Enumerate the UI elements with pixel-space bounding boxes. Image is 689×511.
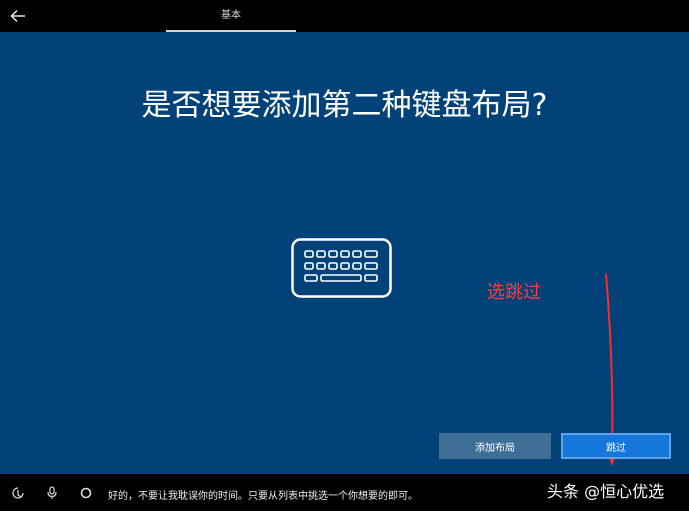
back-arrow-icon	[10, 9, 25, 23]
tab-basic[interactable]: 基本	[166, 0, 296, 32]
cortana-circle-icon[interactable]	[79, 486, 93, 500]
main-panel: 是否想要添加第二种键盘布局? 选跳过 添加布局 跳过	[0, 32, 689, 474]
skip-button[interactable]: 跳过	[561, 433, 671, 459]
bottom-bar: 好的，不要让我耽误你的时间。只要从列表中挑选一个你想要的即可。 头条 @恒心优选	[0, 474, 689, 511]
page-title: 是否想要添加第二种键盘布局?	[141, 88, 548, 123]
watermark: 头条 @恒心优选	[547, 482, 665, 501]
annotation-text: 选跳过	[487, 282, 541, 303]
back-button[interactable]	[6, 5, 30, 27]
microphone-icon[interactable]	[45, 486, 59, 500]
keyboard-icon	[291, 238, 392, 298]
add-layout-button[interactable]: 添加布局	[439, 433, 551, 459]
top-bar: 基本	[0, 0, 689, 32]
cortana-prompt: 好的，不要让我耽误你的时间。只要从列表中挑选一个你想要的即可。	[108, 491, 418, 502]
ease-of-access-icon[interactable]	[11, 486, 25, 500]
